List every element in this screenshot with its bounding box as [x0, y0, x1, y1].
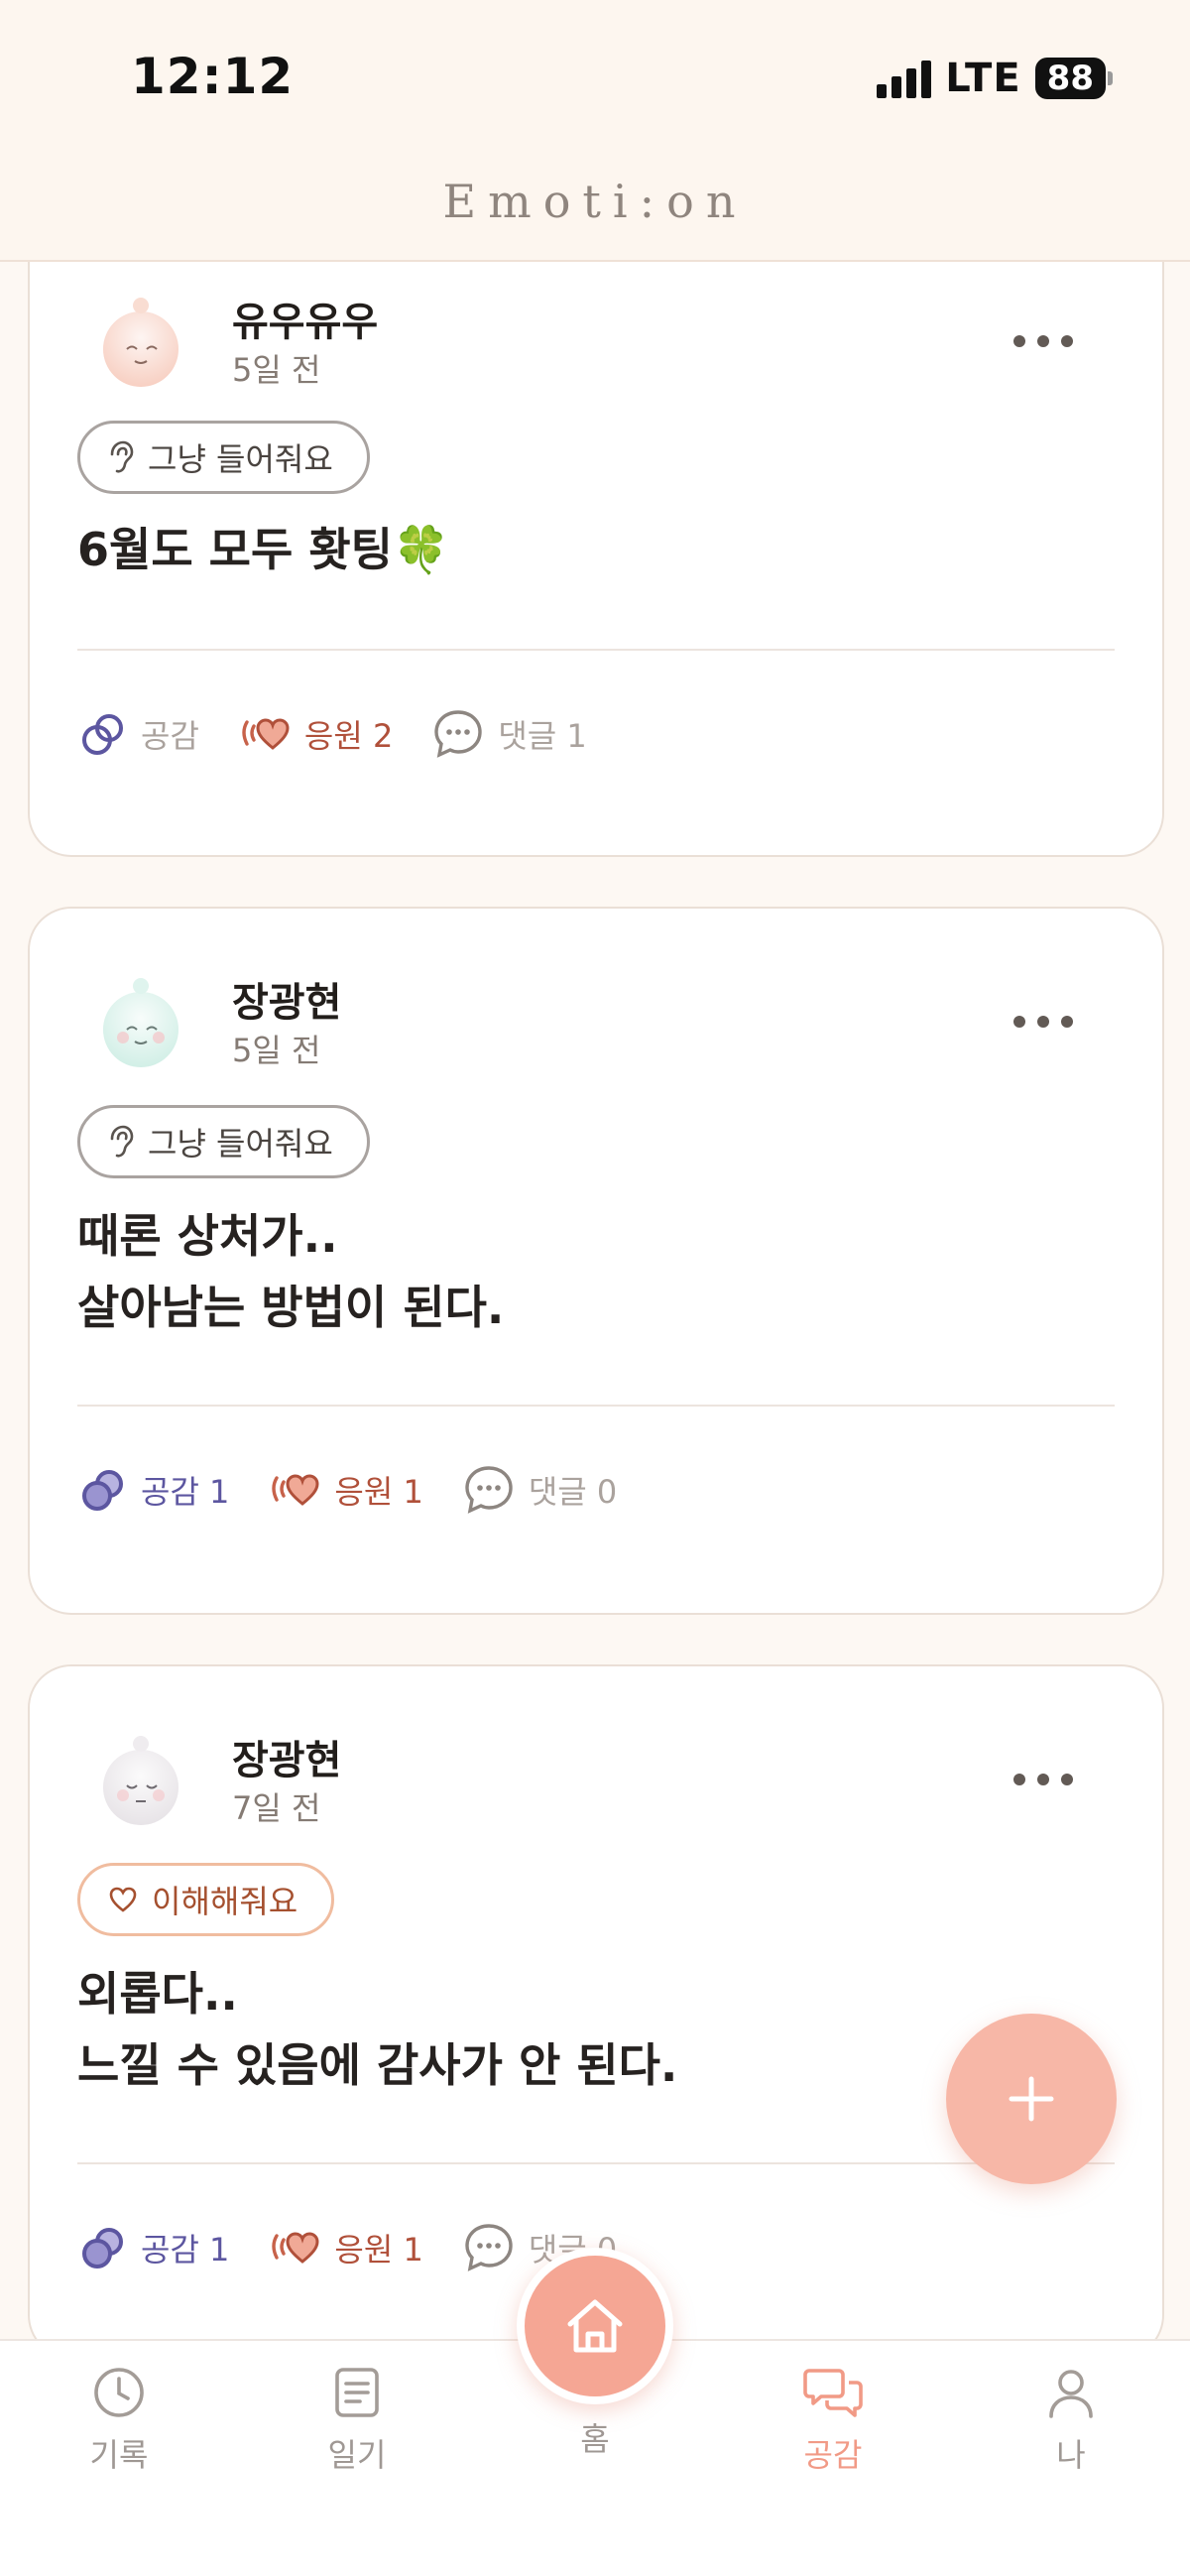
divider	[77, 1405, 1115, 1407]
post-actions: 공감 1 응원 1 댓글 0	[79, 1464, 617, 1516]
ear-icon	[110, 1125, 134, 1158]
divider	[77, 2162, 1115, 2164]
cheer-button[interactable]: 응원 2	[239, 711, 393, 757]
cheer-heart-icon	[272, 1474, 319, 1506]
nav-item-record[interactable]: 기록	[50, 2365, 188, 2476]
nav-label: 나	[1056, 2436, 1086, 2474]
avatar[interactable]	[93, 294, 188, 389]
top-bar: 12:12 LTE 88 Emoti:on	[0, 0, 1190, 262]
comment-bubble-icon	[465, 1466, 513, 1514]
status-time: 12:12	[131, 48, 295, 105]
comment-label: 댓글 0	[528, 1473, 618, 1511]
empathy-button[interactable]: 공감 1	[79, 1467, 229, 1513]
author-name: 장광현	[232, 980, 342, 1026]
empathy-label: 공감 1	[141, 2231, 230, 2269]
network-label: LTE	[945, 56, 1021, 101]
empathy-rings-icon	[82, 2228, 123, 2269]
post-actions: 공감 1 응원 1 댓글 0	[79, 2222, 617, 2273]
cheer-heart-icon	[242, 718, 290, 750]
divider	[77, 649, 1115, 651]
more-options-icon[interactable]	[1013, 1012, 1073, 1032]
post-time: 5일 전	[232, 1032, 321, 1069]
battery-level: 88	[1034, 58, 1106, 99]
cheer-label: 응원 2	[303, 717, 394, 755]
tag-label: 그냥 들어줘요	[148, 1125, 333, 1163]
clock-icon	[94, 2368, 144, 2417]
post-time: 7일 전	[232, 1789, 321, 1827]
post-card[interactable]: 장광현 5일 전 그냥 들어줘요 때론 상처가.. 살아남는 방법이 된다. 공…	[28, 907, 1164, 1615]
feed-screen: 12:12 LTE 88 Emoti:on 유우유우 5일 전 그냥 들어줘요 …	[0, 0, 1190, 2576]
request-tag: 그냥 들어줘요	[77, 421, 370, 494]
signal-icon	[877, 59, 932, 98]
comment-button[interactable]: 댓글 1	[432, 708, 587, 760]
battery-icon: 88	[1034, 58, 1113, 99]
author-name: 장광현	[232, 1738, 342, 1783]
empathy-rings-icon	[82, 1470, 123, 1511]
empathy-label: 공감 1	[141, 1473, 230, 1511]
empathy-label: 공감	[141, 717, 199, 755]
diary-icon	[335, 2368, 379, 2417]
post-body: 6월도 모두 홧팅🍀	[77, 523, 450, 576]
author-name: 유우유우	[232, 300, 379, 345]
home-button[interactable]	[517, 2248, 673, 2404]
comment-label: 댓글 1	[498, 717, 587, 755]
request-tag: 이해해줘요	[77, 1863, 335, 1936]
person-icon	[1049, 2370, 1093, 2418]
tag-label: 그냥 들어줘요	[148, 440, 333, 478]
post-body: 때론 상처가.. 살아남는 방법이 된다.	[77, 1209, 505, 1334]
cheer-label: 응원 1	[334, 1473, 423, 1511]
nav-item-me[interactable]: 나	[1002, 2365, 1140, 2476]
nav-label: 일기	[327, 2436, 387, 2474]
more-options-icon[interactable]	[1013, 1770, 1073, 1789]
nav-label: 기록	[89, 2436, 149, 2474]
empathy-button[interactable]: 공감 1	[79, 2225, 229, 2270]
comment-button[interactable]: 댓글 0	[463, 1464, 617, 1516]
heart-icon	[109, 1887, 137, 1912]
nav-item-diary[interactable]: 일기	[288, 2365, 426, 2476]
status-indicators: LTE 88	[877, 56, 1113, 101]
empathy-button[interactable]: 공감	[79, 711, 199, 757]
avatar[interactable]	[93, 974, 188, 1069]
cheer-heart-icon	[272, 2232, 319, 2264]
app-title: Emoti:on	[442, 175, 748, 228]
comment-bubble-icon	[465, 2224, 513, 2271]
post-card[interactable]: 유우유우 5일 전 그냥 들어줘요 6월도 모두 홧팅🍀 공감 응원 2 댓글 …	[28, 179, 1164, 857]
tag-label: 이해해줘요	[152, 1883, 298, 1920]
nav-label: 공감	[803, 2436, 863, 2474]
nav-label: 홈	[580, 2420, 610, 2458]
home-icon	[567, 2299, 623, 2353]
empathy-rings-icon	[82, 714, 123, 755]
request-tag: 그냥 들어줘요	[77, 1105, 370, 1178]
nav-item-home[interactable]: 홈	[526, 2414, 664, 2460]
nav-item-empathy[interactable]: 공감	[764, 2365, 902, 2476]
avatar[interactable]	[93, 1732, 188, 1827]
plus-icon	[1009, 2076, 1054, 2122]
cheer-button[interactable]: 응원 1	[269, 2225, 423, 2270]
post-actions: 공감 응원 2 댓글 1	[79, 708, 587, 760]
cheer-button[interactable]: 응원 1	[269, 1467, 423, 1513]
post-time: 5일 전	[232, 351, 321, 389]
comment-bubble-icon	[434, 710, 483, 758]
more-options-icon[interactable]	[1013, 331, 1073, 351]
chat-bubbles-icon	[803, 2369, 863, 2417]
ear-icon	[110, 440, 134, 473]
cheer-label: 응원 1	[334, 2231, 423, 2269]
add-post-button[interactable]	[946, 2014, 1117, 2184]
